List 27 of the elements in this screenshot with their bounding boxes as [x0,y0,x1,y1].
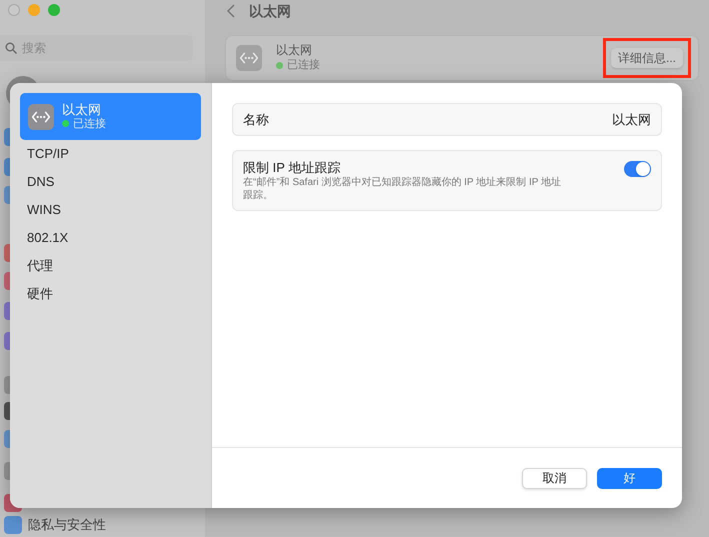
status-text: 已连接 [73,116,106,130]
sidebar-tab[interactable]: DNS [20,168,201,196]
sidebar-item[interactable]: 隐私与安全性 [28,517,106,533]
sidebar-tab[interactable]: WINS [20,196,201,224]
details-button[interactable]: 详细信息... [610,48,683,68]
name-label: 名称 [243,110,269,129]
service-name: 以太网 [62,102,102,116]
network-icon [28,104,54,130]
ok-button[interactable]: 好 [597,468,662,488]
service-name: 以太网 [276,43,313,58]
sidebar-tab[interactable]: 802.1X [20,224,201,252]
page-title: 以太网 [249,2,291,20]
close-icon[interactable] [8,4,20,16]
status-text: 已连接 [287,58,320,73]
network-icon [236,45,262,71]
back-icon[interactable] [227,4,235,18]
minimize-icon[interactable] [28,4,40,16]
cancel-button[interactable]: 取消 [522,468,587,488]
tracking-description: 在“邮件”和 Safari 浏览器中对已知跟踪器隐藏你的 IP 地址来限制 IP 地址跟踪。 [243,176,562,202]
tracking-label: 限制 IP 地址跟踪 [243,160,342,176]
name-value: 以太网 [612,110,651,129]
sidebar-tab[interactable]: 硬件 [20,280,201,308]
zoom-icon[interactable] [48,4,60,16]
toggle-switch[interactable] [624,161,651,177]
sidebar-tab[interactable]: 代理 [20,252,201,280]
sidebar-tab[interactable]: TCP/IP [20,140,201,168]
search-icon [5,42,17,54]
